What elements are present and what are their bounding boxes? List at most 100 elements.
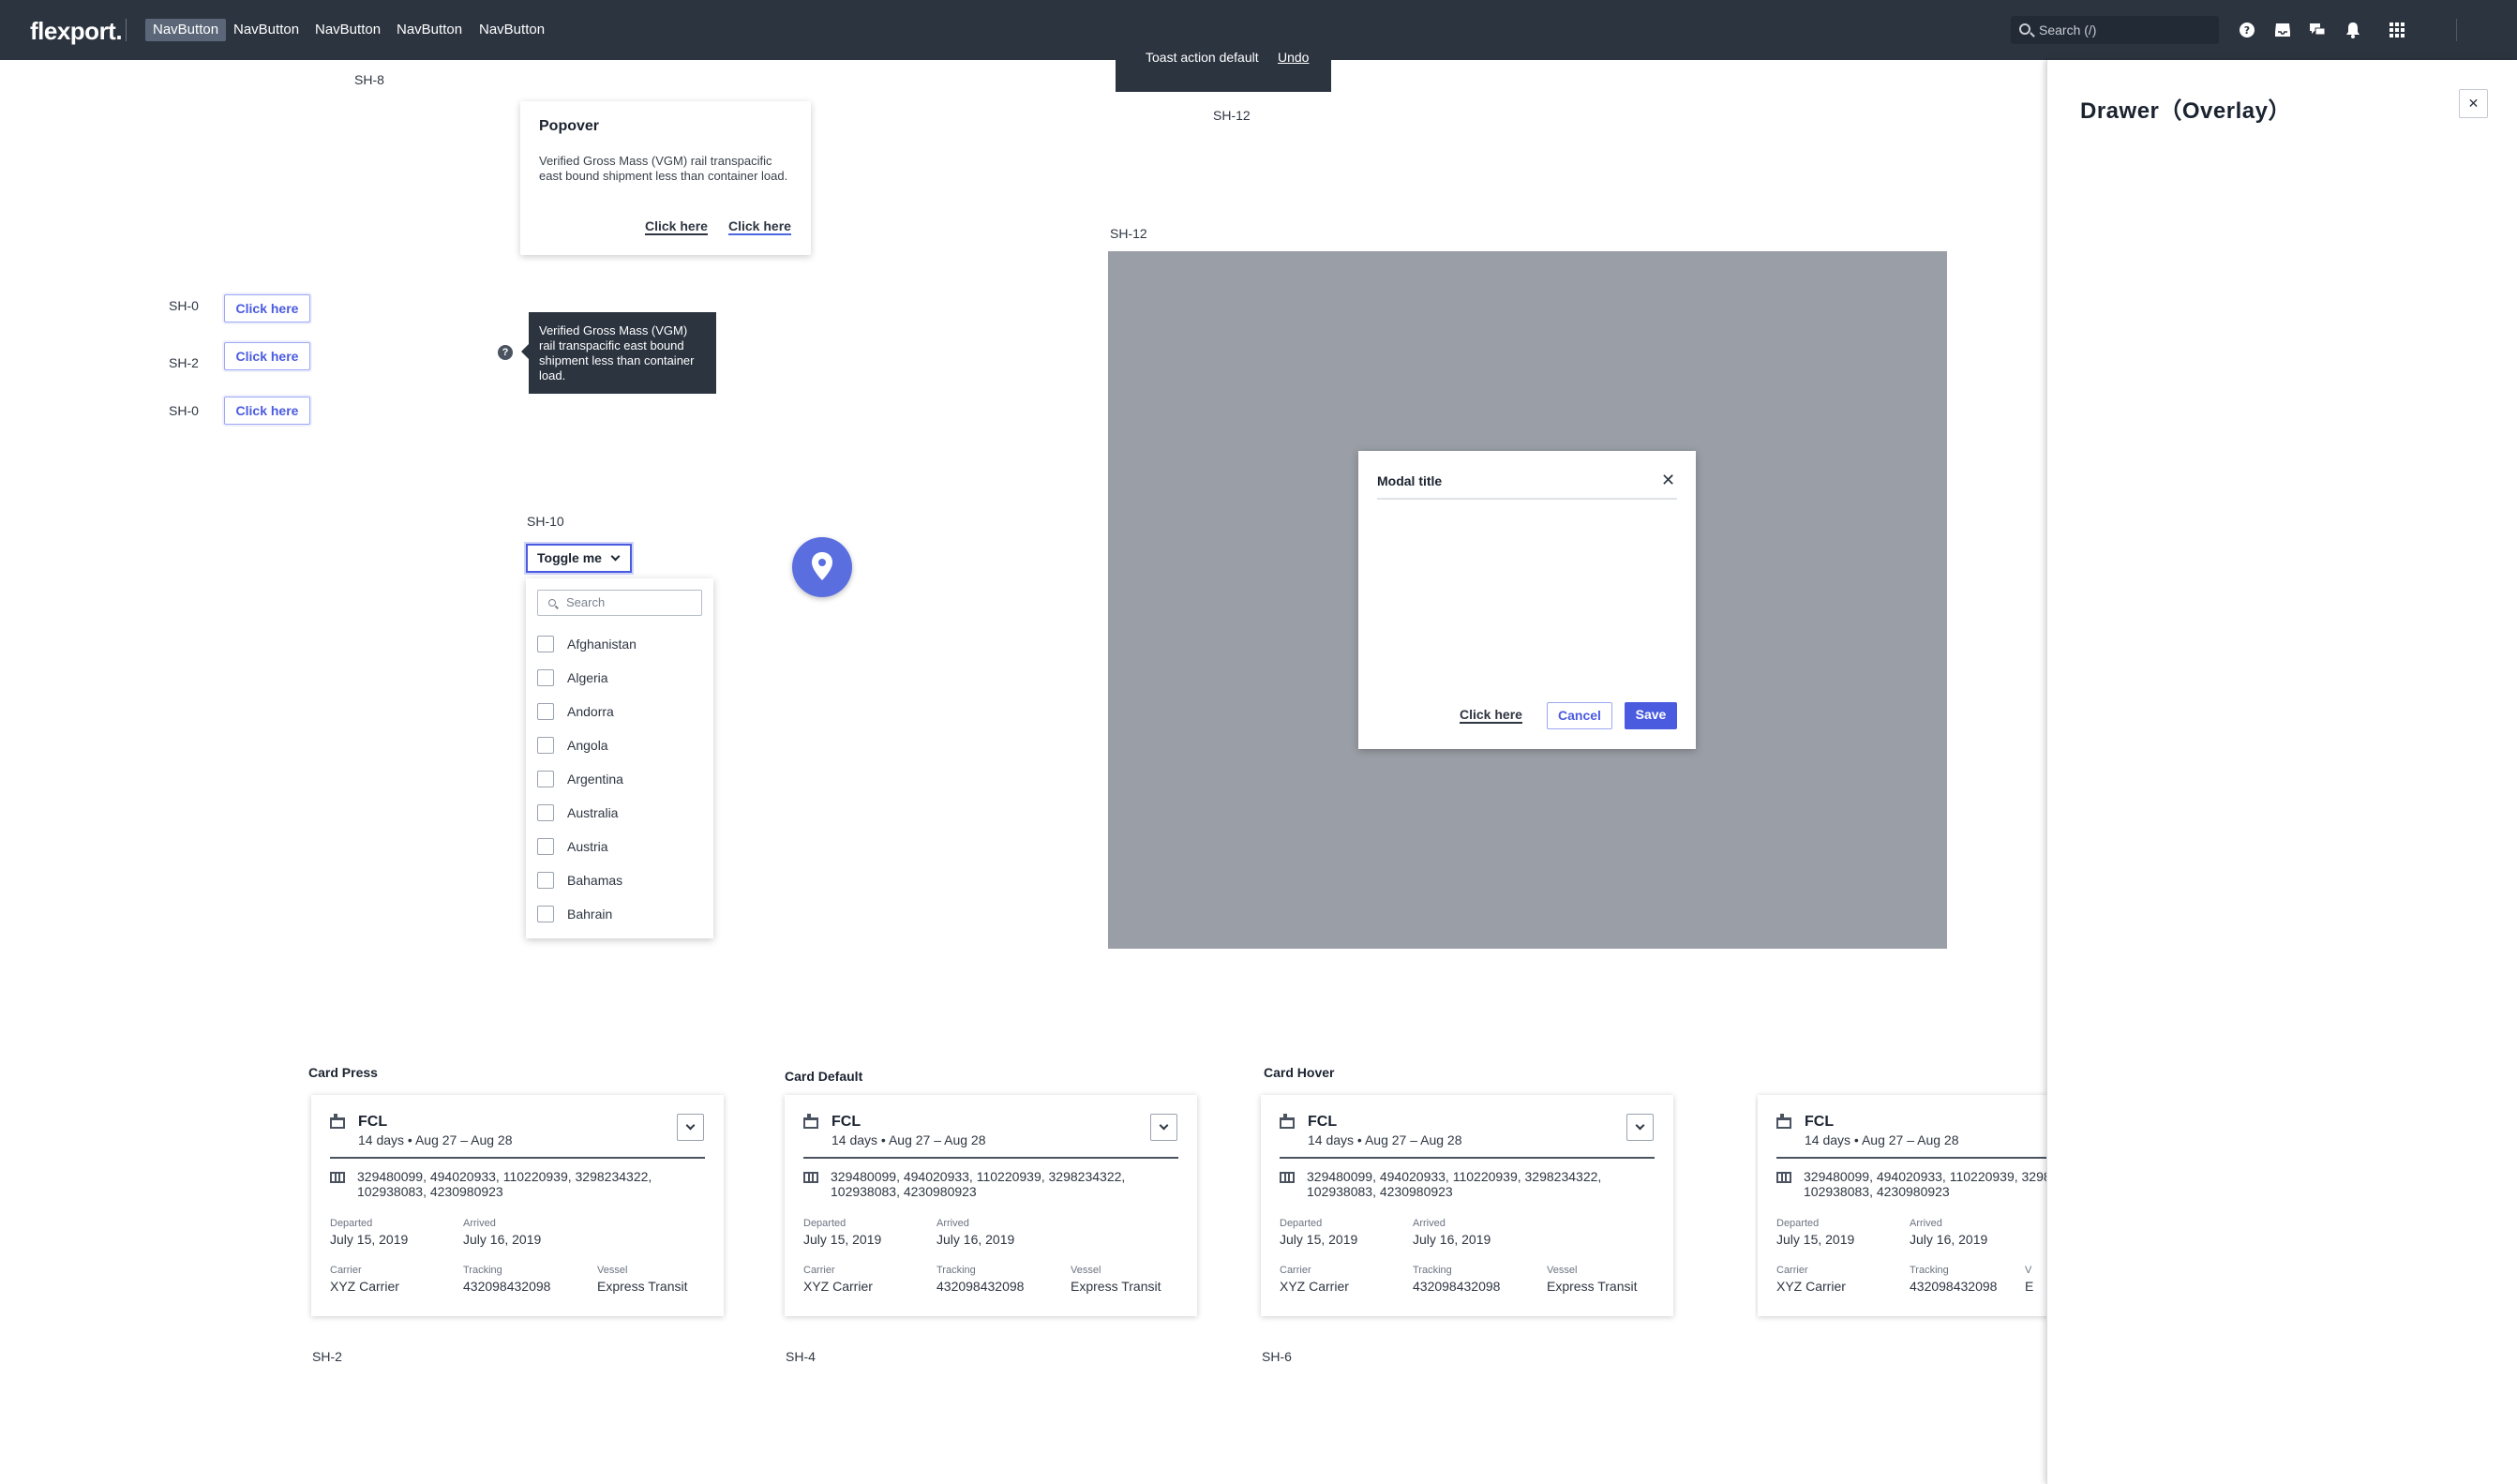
flexport-logo[interactable]: flexport. (30, 17, 123, 46)
tooltip-help-icon[interactable]: ? (498, 345, 513, 360)
nav-button-2[interactable]: NavButton (226, 19, 307, 41)
tooltip: Verified Gross Mass (VGM) rail transpaci… (521, 312, 716, 394)
inbox-icon[interactable] (2271, 19, 2294, 41)
bell-icon[interactable] (2342, 19, 2364, 41)
close-icon[interactable]: ✕ (1661, 472, 1675, 488)
arrived-value: July 16, 2019 (1413, 1232, 1491, 1247)
toggle-label: Toggle me (537, 550, 602, 565)
ship-icon (803, 1114, 818, 1129)
container-ids: 329480099, 494020933, 110220939, 3298234… (1307, 1169, 1602, 1199)
departed-value: July 15, 2019 (330, 1232, 409, 1247)
nav-button-1[interactable]: NavButton (145, 19, 227, 41)
carrier-label: Carrier (330, 1265, 362, 1276)
close-icon[interactable]: ✕ (2459, 89, 2488, 118)
click-here-button-sh0-b[interactable]: Click here (224, 397, 310, 425)
dropdown-option[interactable]: Algeria (537, 668, 608, 687)
tracking-value: 432098432098 (463, 1279, 551, 1294)
card-press-heading: Card Press (308, 1065, 378, 1080)
dropdown-search-placeholder: Search (566, 595, 606, 609)
expand-button[interactable] (1626, 1114, 1654, 1141)
tracking-label: Tracking (936, 1265, 976, 1276)
label-sh10: SH-10 (527, 514, 564, 529)
chat-icon[interactable] (2306, 19, 2329, 41)
departed-label: Departed (1776, 1218, 1820, 1229)
toast-undo-link[interactable]: Undo (1278, 50, 1309, 65)
map-pin-icon[interactable] (792, 537, 852, 597)
tracking-label: Tracking (463, 1265, 502, 1276)
departed-value: July 15, 2019 (1280, 1232, 1358, 1247)
card-type: FCL (1805, 1114, 1835, 1130)
expand-button[interactable] (1150, 1114, 1177, 1141)
label-sh0-a: SH-0 (169, 298, 199, 313)
vessel-value: Express Transit (1071, 1279, 1161, 1294)
nav-button-3[interactable]: NavButton (307, 19, 388, 41)
carrier-value: XYZ Carrier (803, 1279, 873, 1294)
arrived-value: July 16, 2019 (936, 1232, 1015, 1247)
dropdown-option[interactable]: Bahrain (537, 905, 612, 923)
popover-link-2[interactable]: Click here (728, 218, 791, 235)
checkbox[interactable] (537, 703, 554, 720)
departed-value: July 15, 2019 (803, 1232, 882, 1247)
checkbox[interactable] (537, 804, 554, 821)
dropdown-option[interactable]: Austria (537, 837, 608, 856)
checkbox[interactable] (537, 906, 554, 922)
modal-divider (1377, 498, 1677, 500)
arrived-label: Arrived (1910, 1218, 1942, 1229)
vessel-label: V (2025, 1265, 2032, 1276)
checkbox[interactable] (537, 636, 554, 652)
checkbox[interactable] (537, 872, 554, 889)
vessel-label: Vessel (1547, 1265, 1578, 1276)
dropdown-search-input[interactable]: Search (537, 590, 702, 616)
card-hover-heading: Card Hover (1264, 1065, 1335, 1080)
svg-text:?: ? (2244, 24, 2250, 37)
toggle-dropdown-button[interactable]: Toggle me (526, 544, 632, 573)
shipment-card-hover[interactable]: FCL 14 days • Aug 27 – Aug 28 329480099,… (1261, 1095, 1673, 1316)
card-divider (1280, 1157, 1655, 1159)
ship-icon (1280, 1114, 1295, 1129)
dropdown-option[interactable]: Angola (537, 736, 608, 755)
shipment-card-press[interactable]: FCL 14 days • Aug 27 – Aug 28 329480099,… (311, 1095, 724, 1316)
container-icon (1776, 1172, 1791, 1183)
chevron-down-icon (610, 551, 621, 562)
shipment-card-default[interactable]: FCL 14 days • Aug 27 – Aug 28 329480099,… (785, 1095, 1197, 1316)
checkbox[interactable] (537, 669, 554, 686)
tracking-label: Tracking (1910, 1265, 1949, 1276)
card-default-heading: Card Default (785, 1069, 863, 1084)
dropdown-option[interactable]: Bahamas (537, 871, 622, 890)
arrived-value: July 16, 2019 (1910, 1232, 1988, 1247)
checkbox[interactable] (537, 771, 554, 787)
nav-button-4[interactable]: NavButton (389, 19, 470, 41)
option-label: Bahamas (567, 873, 623, 888)
save-button[interactable]: Save (1625, 702, 1677, 729)
modal-dialog: Modal title ✕ Click here Cancel Save (1358, 451, 1696, 749)
card-type: FCL (832, 1114, 861, 1130)
click-here-button-sh0[interactable]: Click here (224, 294, 310, 322)
carrier-value: XYZ Carrier (1776, 1279, 1846, 1294)
shipment-card-partial[interactable]: FCL 14 days • Aug 27 – Aug 28 329480099,… (1758, 1095, 2046, 1316)
cancel-button[interactable]: Cancel (1547, 702, 1612, 729)
dropdown-option[interactable]: Argentina (537, 770, 623, 788)
apps-grid-icon[interactable] (2386, 19, 2408, 41)
dropdown-option[interactable]: Afghanistan (537, 635, 637, 653)
dropdown-option[interactable]: Andorra (537, 702, 614, 721)
modal-click-here-link[interactable]: Click here (1460, 707, 1522, 724)
click-here-button-sh2[interactable]: Click here (224, 342, 310, 370)
vessel-value: Express Transit (597, 1279, 688, 1294)
container-icon (803, 1172, 818, 1183)
card-type: FCL (358, 1114, 388, 1130)
card-clip-region: FCL 14 days • Aug 27 – Aug 28 329480099,… (1755, 1087, 2046, 1331)
expand-button[interactable] (677, 1114, 704, 1141)
drawer-overlay: Drawer（Overlay） ✕ (2046, 60, 2517, 1484)
search-input[interactable]: Search (/) (2011, 16, 2219, 44)
carrier-value: XYZ Carrier (330, 1279, 399, 1294)
nav-button-5[interactable]: NavButton (472, 19, 552, 41)
checkbox[interactable] (537, 838, 554, 855)
checkbox[interactable] (537, 737, 554, 754)
dropdown-option[interactable]: Australia (537, 803, 618, 822)
card-duration: 14 days • Aug 27 – Aug 28 (358, 1132, 513, 1147)
vessel-value: E (2025, 1279, 2034, 1294)
option-label: Afghanistan (567, 637, 637, 652)
option-label: Australia (567, 805, 619, 820)
help-icon[interactable]: ? (2236, 19, 2258, 41)
popover-link-1[interactable]: Click here (645, 218, 708, 235)
